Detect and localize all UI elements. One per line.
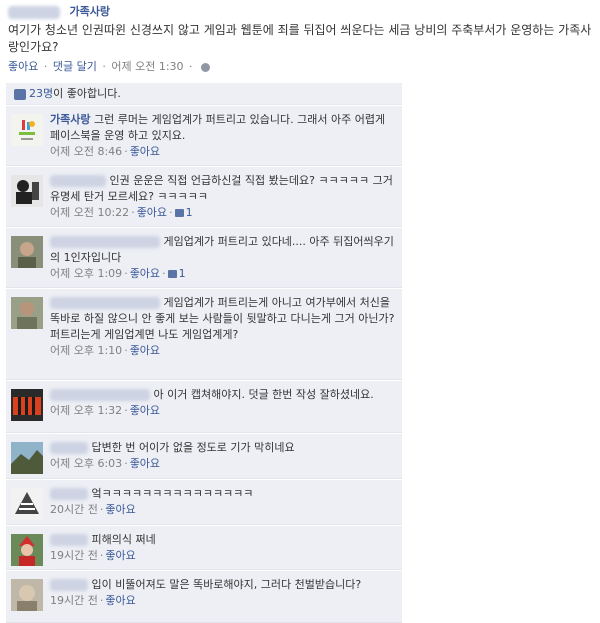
comment-text-row: 입이 비뚤어져도 말은 똑바로해야지, 그러다 천벌받습니다? <box>50 577 396 593</box>
avatar[interactable] <box>11 579 43 611</box>
comment-text-row: 인권 운운은 직접 언급하신걸 직접 봤는데요? ㅋㅋㅋㅋㅋ 그거 유명세 탄거… <box>50 173 396 205</box>
avatar[interactable] <box>11 534 43 566</box>
comment-like-button[interactable]: 좋아요 <box>105 503 135 516</box>
comment-item: 피해의식 쩌네 19시간 전 · 좋아요 <box>6 526 402 570</box>
comment-button[interactable]: 댓글 달기 <box>53 60 97 73</box>
blurred-author-name[interactable] <box>50 442 88 454</box>
comment-time[interactable]: 어제 오후 1:09 <box>50 267 122 280</box>
comment-like-button[interactable]: 좋아요 <box>137 206 167 219</box>
comment-text-row: 가족사랑 그런 루머는 게임업계가 퍼트리고 있습니다. 그래서 아주 어렵게 … <box>50 112 396 144</box>
comment-text: 입이 비뚤어져도 말은 똑바로해야지, 그러다 천벌받습니다? <box>91 578 362 591</box>
comment-item: 답변한 번 어이가 없을 정도로 기가 막히네요 어제 오후 6:03 · 좋아요 <box>6 434 402 479</box>
avatar[interactable] <box>11 114 43 146</box>
likes-count-link[interactable]: 23명 <box>29 87 53 100</box>
comment-text-row: 게임업계가 퍼트리는게 아니고 여가부에서 처신을 똑바로 하질 않으니 안 좋… <box>50 295 396 343</box>
comment-like-button[interactable]: 좋아요 <box>130 457 160 470</box>
post-actions: 좋아요 · 댓글 달기 · 어제 오전 1:30 · <box>8 58 211 74</box>
post-timestamp[interactable]: 어제 오전 1:30 <box>111 60 183 73</box>
globe-icon <box>201 62 211 72</box>
likes-summary: 23명이 좋아합니다. <box>6 83 402 105</box>
comment-text-row: 게임업계가 퍼트리고 있다네.... 아주 뒤집어씌우기의 1인자입니다 <box>50 234 396 266</box>
likes-suffix: 이 좋아합니다. <box>53 87 121 100</box>
blurred-author-name[interactable] <box>50 389 150 401</box>
blurred-author-name[interactable] <box>50 488 88 500</box>
comment-item: 가족사랑 그런 루머는 게임업계가 퍼트리고 있습니다. 그래서 아주 어렵게 … <box>6 106 402 166</box>
comment-like-button[interactable]: 좋아요 <box>130 267 160 280</box>
blurred-author-name[interactable] <box>50 175 106 187</box>
comment-text-row: 엌ㅋㅋㅋㅋㅋㅋㅋㅋㅋㅋㅋㅋㅋㅋㅋ <box>50 486 396 502</box>
comment-like-count[interactable]: 1 <box>186 206 193 219</box>
comment-time[interactable]: 어제 오후 1:10 <box>50 344 122 357</box>
comment-time[interactable]: 어제 오후 6:03 <box>50 457 122 470</box>
avatar[interactable] <box>11 442 43 474</box>
comment-text: 그런 루머는 게임업계가 퍼트리고 있습니다. 그래서 아주 어렵게 페이스북을… <box>50 113 386 142</box>
post-header: 가족사랑 여기가 청소년 인권따윈 신경쓰지 않고 게임과 웹툰에 죄를 뒤집어… <box>8 4 592 56</box>
comment-time[interactable]: 20시간 전 <box>50 503 98 516</box>
blurred-author-name[interactable] <box>50 236 160 248</box>
post-author-row: 가족사랑 <box>8 4 592 20</box>
thumbs-up-icon <box>167 270 177 278</box>
post-text: 여기가 청소년 인권따윈 신경쓰지 않고 게임과 웹툰에 죄를 뒤집어 씌운다는… <box>8 23 592 54</box>
avatar[interactable] <box>11 175 43 207</box>
comment-text: 엌ㅋㅋㅋㅋㅋㅋㅋㅋㅋㅋㅋㅋㅋㅋㅋ <box>91 487 254 500</box>
comment-time[interactable]: 어제 오전 10:22 <box>50 206 129 219</box>
avatar[interactable] <box>11 488 43 520</box>
comment-item: 아 이거 캡쳐해야지. 덧글 한번 작성 잘하셨네요. 어제 오후 1:32 · 좋… <box>6 381 402 433</box>
comment-text: 피해의식 쩌네 <box>91 533 156 546</box>
thumbs-up-icon <box>14 88 26 100</box>
comment-text-row: 답변한 번 어이가 없을 정도로 기가 막히네요 <box>50 440 396 456</box>
comment-item: 게임업계가 퍼트리고 있다네.... 아주 뒤집어씌우기의 1인자입니다 어제 … <box>6 228 402 288</box>
comment-text: 답변한 번 어이가 없을 정도로 기가 막히네요 <box>91 441 295 454</box>
comment-time[interactable]: 어제 오후 1:32 <box>50 404 122 417</box>
comment-text-row: 피해의식 쩌네 <box>50 532 396 548</box>
comment-like-button[interactable]: 좋아요 <box>130 145 160 158</box>
blurred-author-name[interactable] <box>50 579 88 591</box>
comment-item: 엌ㅋㅋㅋㅋㅋㅋㅋㅋㅋㅋㅋㅋㅋㅋㅋ 20시간 전 · 좋아요 <box>6 480 402 525</box>
comment-item: 입이 비뚤어져도 말은 똑바로해야지, 그러다 천벌받습니다? 19시간 전 · 좋… <box>6 571 402 623</box>
post-author-name[interactable]: 가족사랑 <box>70 5 110 18</box>
blurred-author-name[interactable] <box>50 534 88 546</box>
comment-time[interactable]: 어제 오전 8:46 <box>50 145 122 158</box>
blurred-author-name[interactable] <box>50 297 160 309</box>
comment-like-count[interactable]: 1 <box>179 267 186 280</box>
comment-like-button[interactable]: 좋아요 <box>130 344 160 357</box>
avatar[interactable] <box>11 297 43 329</box>
like-button[interactable]: 좋아요 <box>8 60 38 73</box>
comment-like-button[interactable]: 좋아요 <box>130 404 160 417</box>
comment-text-row: 아 이거 캡쳐해야지. 덧글 한번 작성 잘하셨네요. <box>50 387 396 403</box>
comment-time[interactable]: 19시간 전 <box>50 549 98 562</box>
blurred-profile-pic <box>8 5 60 19</box>
avatar[interactable] <box>11 389 43 421</box>
comment-author[interactable]: 가족사랑 <box>50 113 90 126</box>
comment-like-button[interactable]: 좋아요 <box>105 594 135 607</box>
comment-like-button[interactable]: 좋아요 <box>105 549 135 562</box>
comment-text: 아 이거 캡쳐해야지. 덧글 한번 작성 잘하셨네요. <box>153 388 374 401</box>
thumbs-up-icon <box>174 209 184 217</box>
comment-item: 게임업계가 퍼트리는게 아니고 여가부에서 처신을 똑바로 하질 않으니 안 좋… <box>6 289 402 380</box>
avatar[interactable] <box>11 236 43 268</box>
comment-time[interactable]: 19시간 전 <box>50 594 98 607</box>
comment-item: 인권 운운은 직접 언급하신걸 직접 봤는데요? ㅋㅋㅋㅋㅋ 그거 유명세 탄거… <box>6 167 402 227</box>
